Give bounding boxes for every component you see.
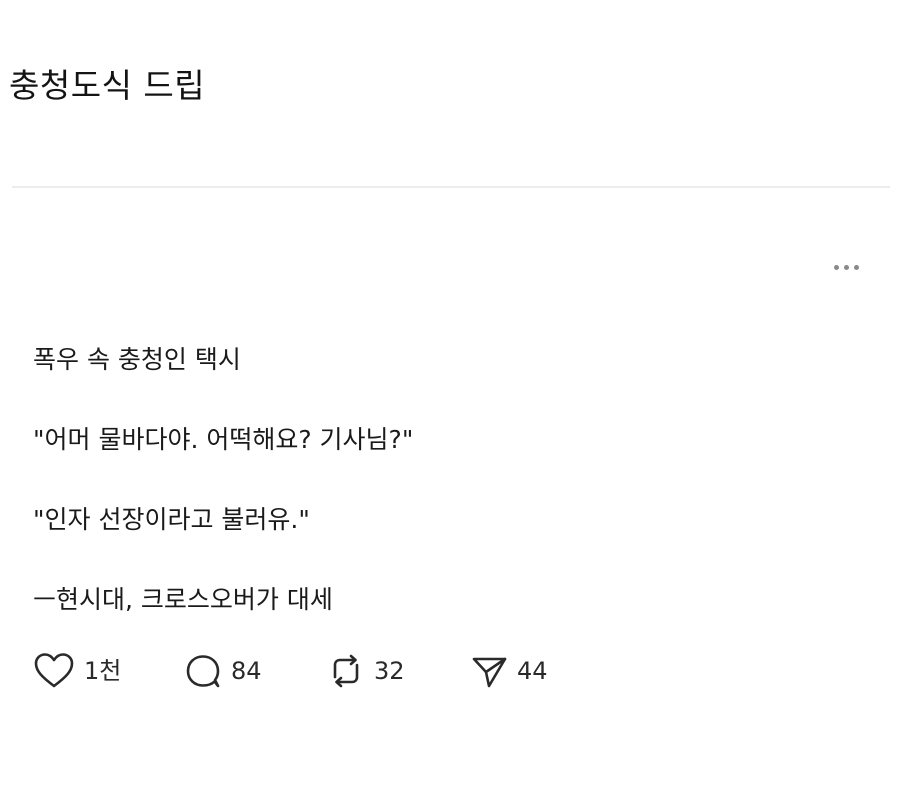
like-button[interactable]: 1천	[32, 651, 121, 691]
comment-button[interactable]: 84	[183, 651, 262, 691]
post-line: 폭우 속 충청인 택시	[33, 345, 241, 374]
more-horizontal-icon	[843, 264, 849, 270]
send-icon	[472, 657, 507, 688]
post-line: "어머 물바다야. 어떡해요? 기사님?"	[33, 425, 414, 454]
share-count: 44	[517, 657, 548, 685]
post-actions: 1천 84 32 44	[32, 651, 652, 691]
comment-count: 84	[231, 657, 262, 685]
repost-button[interactable]: 32	[326, 651, 405, 691]
post-body: 폭우 속 충청인 택시 "어머 물바다야. 어떡해요? 기사님?" "인자 선장…	[33, 342, 793, 618]
more-options-button[interactable]	[826, 259, 866, 275]
like-count: 1천	[84, 657, 122, 685]
repost-icon	[333, 654, 359, 688]
repost-count: 32	[374, 657, 405, 685]
post-line: ㅡ현시대, 크로스오버가 대세	[33, 585, 333, 614]
share-button[interactable]: 44	[469, 651, 548, 691]
heart-icon	[34, 653, 74, 688]
page-title: 충청도식 드립	[9, 66, 206, 105]
post-line: "인자 선장이라고 불러유."	[33, 505, 310, 534]
divider	[12, 186, 890, 188]
comment-bubble-icon	[186, 655, 220, 688]
more-horizontal-icon	[833, 264, 839, 270]
more-horizontal-icon	[853, 264, 859, 270]
